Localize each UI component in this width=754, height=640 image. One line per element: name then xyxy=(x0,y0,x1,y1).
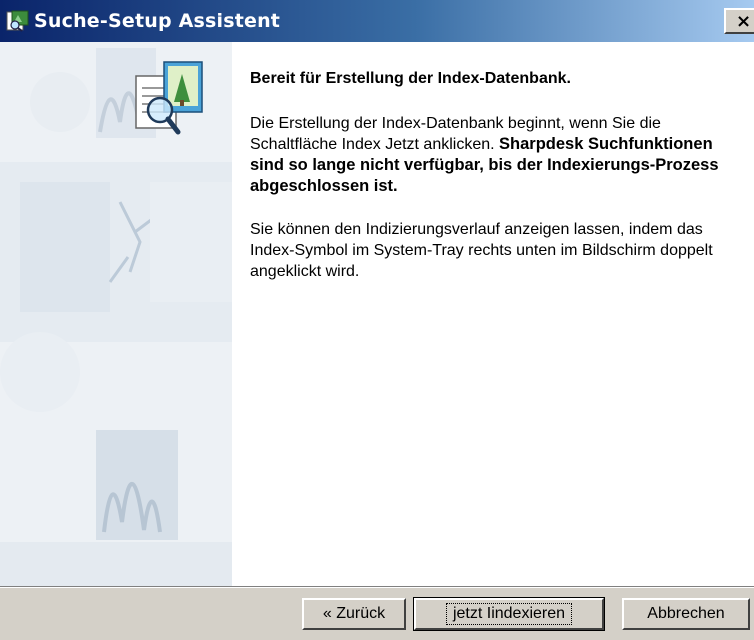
setup-wizard-window: Suche-Setup Assistent × Bereit für Erste… xyxy=(0,0,754,640)
page-heading: Bereit für Erstellung der Index-Datenban… xyxy=(250,70,571,87)
back-button-label: « Zurück xyxy=(322,605,386,622)
title-bar[interactable]: Suche-Setup Assistent × xyxy=(0,0,754,42)
back-button[interactable]: « Zurück xyxy=(302,598,406,630)
document-search-icon xyxy=(134,60,206,140)
progress-hint-paragraph: Sie können den Indizierungsverlauf anzei… xyxy=(250,221,713,280)
index-now-button[interactable]: jetzt Iindexieren xyxy=(413,597,605,631)
index-now-button-label: jetzt Iindexieren xyxy=(445,603,573,625)
cancel-button[interactable]: Abbrechen xyxy=(622,598,750,630)
close-button[interactable]: × xyxy=(724,8,754,34)
setup-wizard-icon xyxy=(6,10,30,32)
wizard-content: Bereit für Erstellung der Index-Datenban… xyxy=(250,68,746,304)
info-paragraph: Die Erstellung der Index-Datenbank begin… xyxy=(250,113,746,197)
cancel-button-label: Abbrechen xyxy=(647,605,725,622)
window-title: Suche-Setup Assistent xyxy=(34,10,281,32)
close-icon: × xyxy=(736,11,752,32)
wizard-panel: Bereit für Erstellung der Index-Datenban… xyxy=(0,42,754,586)
button-bar: « Zurück jetzt Iindexieren Abbrechen xyxy=(0,588,754,640)
